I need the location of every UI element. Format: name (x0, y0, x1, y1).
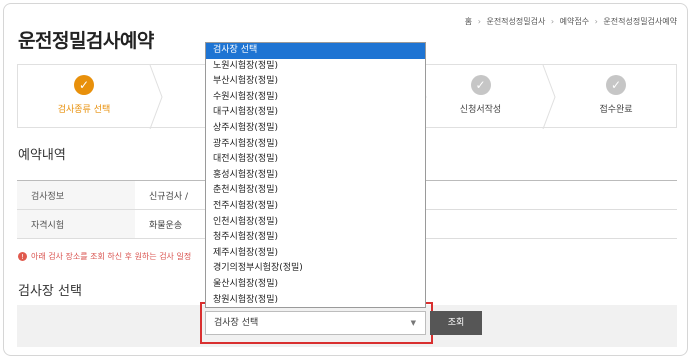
dropdown-option[interactable]: 검사장 선택 (206, 43, 425, 59)
dropdown-option[interactable]: 청주시험장(정밀) (206, 230, 425, 246)
dropdown-option[interactable]: 전주시험장(정밀) (206, 199, 425, 215)
alert-icon: ! (18, 252, 27, 261)
dropdown-option[interactable]: 경기의정부시험장(정밀) (206, 261, 425, 277)
breadcrumb-item[interactable]: 예약접수 (560, 17, 589, 26)
center-section-title: 검사장 선택 (18, 284, 82, 299)
breadcrumb: 홈 › 운전적성정밀검사 › 예약접수 › 운전적성정밀검사예약 (462, 16, 677, 27)
step-5: ✓ 접수완료 (556, 65, 676, 129)
dropdown-option[interactable]: 광주시험장(정밀) (206, 137, 425, 153)
check-icon: ✓ (606, 75, 626, 95)
breadcrumb-separator-icon: › (594, 17, 598, 26)
center-select[interactable]: 검사장 선택 ▼ (205, 311, 426, 335)
dropdown-option[interactable]: 대전시험장(정밀) (206, 152, 425, 168)
dropdown-option[interactable]: 수원시험장(정밀) (206, 90, 425, 106)
step-4: ✓ 신청서작성 (428, 65, 533, 129)
select-value: 검사장 선택 (214, 318, 259, 328)
breadcrumb-separator-icon: › (550, 17, 555, 26)
dropdown-option[interactable]: 대구시험장(정밀) (206, 105, 425, 121)
step-chevron-icon (542, 65, 556, 129)
row-header: 자격시험 (17, 209, 135, 239)
chevron-down-icon: ▼ (410, 319, 416, 327)
search-button[interactable]: 조회 (430, 311, 482, 335)
breadcrumb-separator-icon: › (477, 17, 481, 26)
row-header: 검사정보 (17, 180, 135, 210)
center-dropdown[interactable]: 검사장 선택 노원시험장(정밀) 부산시험장(정밀) 수원시험장(정밀) 대구시… (205, 42, 426, 308)
dropdown-option[interactable]: 상주시험장(정밀) (206, 121, 425, 137)
dropdown-option[interactable]: 울산시험장(정밀) (206, 277, 425, 293)
step-chevron-icon (149, 65, 163, 129)
dropdown-option[interactable]: 홍성시험장(정밀) (206, 168, 425, 184)
breadcrumb-item[interactable]: 운전적성정밀검사 (486, 17, 545, 26)
dropdown-option[interactable]: 제주시험장(정밀) (206, 246, 425, 262)
check-icon: ✓ (74, 75, 94, 95)
notice-text: 아래 검사 장소를 조회 하신 후 원하는 검사 일정 (31, 252, 192, 261)
page-title: 운전정밀검사예약 (18, 30, 154, 52)
dropdown-option[interactable]: 창원시험장(정밀) (206, 293, 425, 308)
step-label: 신청서작성 (459, 105, 502, 115)
breadcrumb-current: 운전적성정밀검사예약 (603, 17, 677, 26)
step-label: 검사종류 선택 (57, 105, 111, 115)
step-1: ✓ 검사종류 선택 (18, 65, 150, 129)
check-icon: ✓ (470, 75, 491, 95)
notice: ! 아래 검사 장소를 조회 하신 후 원하는 검사 일정 (18, 251, 191, 262)
breadcrumb-home[interactable]: 홈 (465, 17, 472, 26)
dropdown-option[interactable]: 노원시험장(정밀) (206, 59, 425, 75)
dropdown-option[interactable]: 춘천시험장(정밀) (206, 183, 425, 199)
reservation-section-title: 예약내역 (18, 148, 66, 163)
dropdown-option[interactable]: 인천시험장(정밀) (206, 215, 425, 231)
dropdown-option[interactable]: 부산시험장(정밀) (206, 74, 425, 90)
step-label: 접수완료 (599, 105, 633, 115)
